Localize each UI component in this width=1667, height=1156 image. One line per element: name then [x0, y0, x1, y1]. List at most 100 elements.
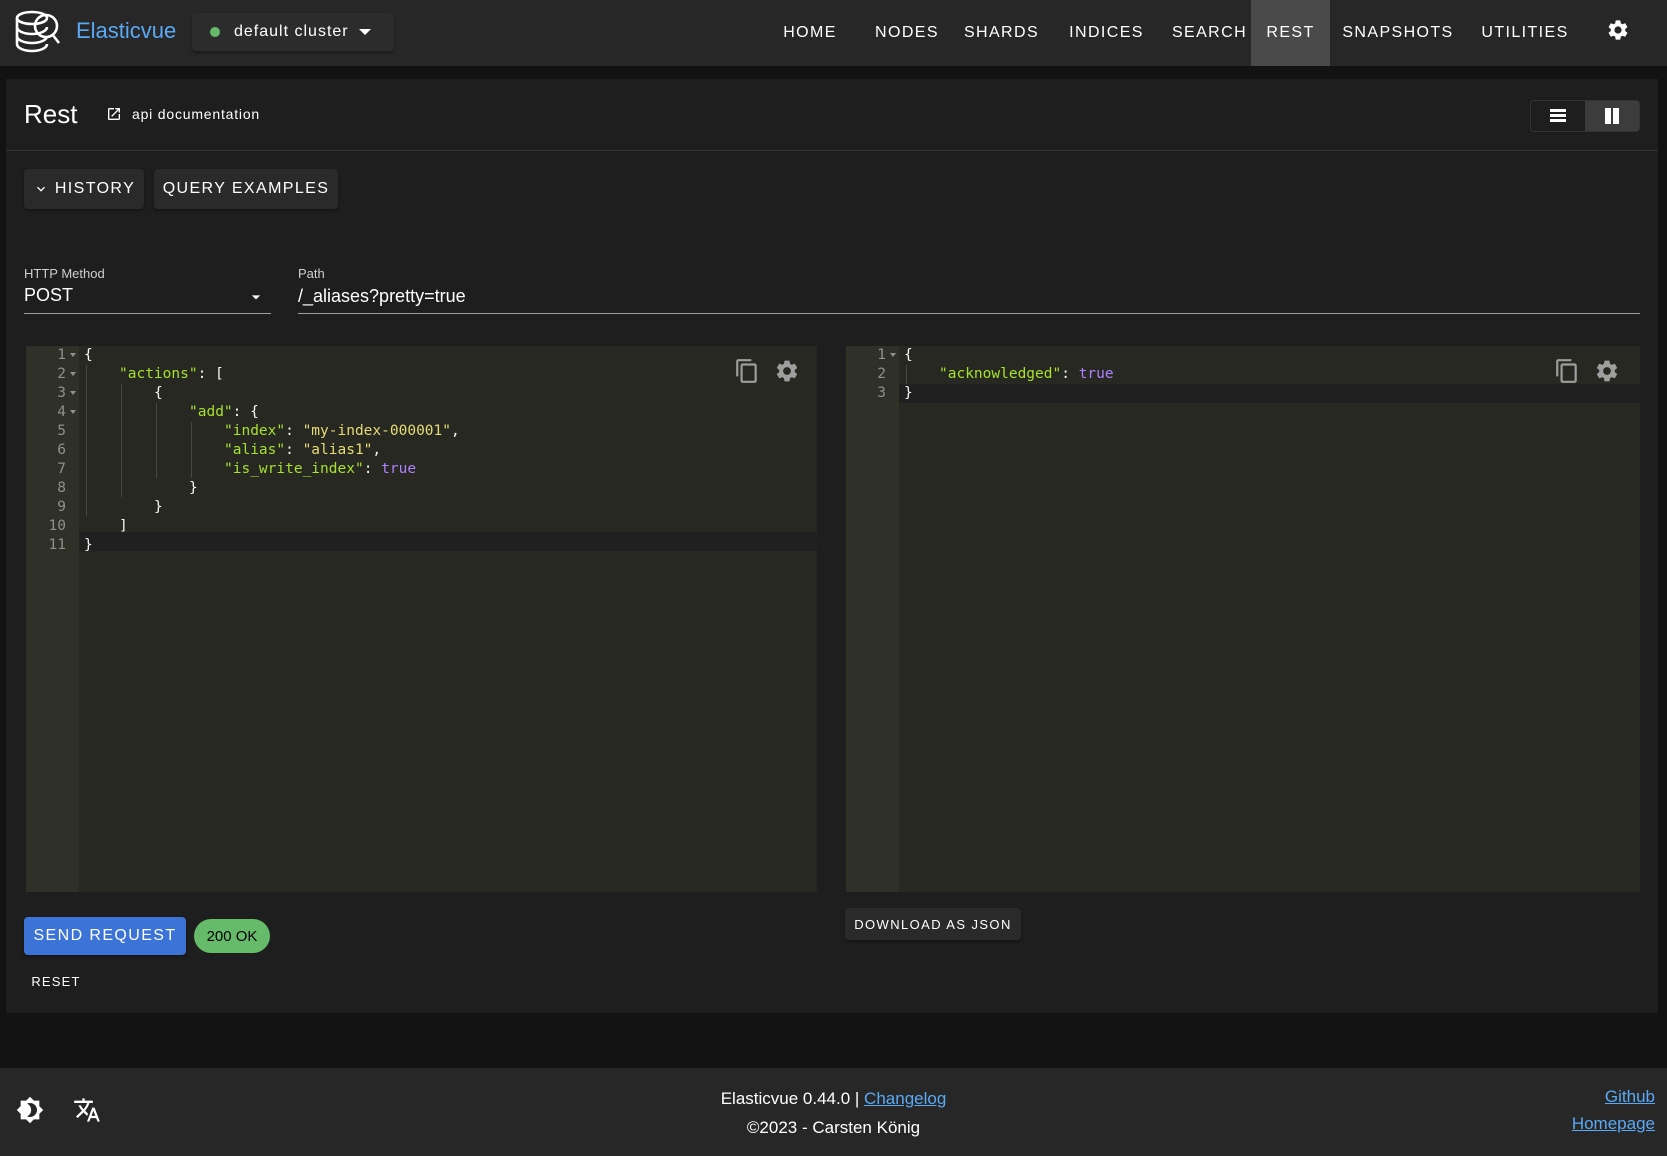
- code-text: "is_write_index": true: [224, 461, 417, 477]
- code-line: 11 }: [26, 536, 817, 555]
- code-text: {: [904, 347, 913, 363]
- line-number: 4: [57, 404, 66, 420]
- code-line: 7 "is_write_index": true: [26, 460, 817, 479]
- line-number: 9: [57, 499, 66, 515]
- http-method-underline: [24, 313, 271, 314]
- code-text: "acknowledged": true: [939, 366, 1114, 382]
- homepage-link-wrap: Homepage: [1572, 1114, 1655, 1134]
- history-label: HISTORY: [54, 180, 136, 197]
- code-line: 9 }: [26, 498, 817, 517]
- download-json-button[interactable]: DOWNLOAD AS JSON: [845, 908, 1021, 940]
- http-method-label: HTTP Method: [24, 266, 105, 281]
- code-line: 6 "alias": "alias1",: [26, 441, 817, 460]
- copy-icon[interactable]: [1554, 358, 1580, 384]
- fold-arrow-icon[interactable]: [70, 410, 76, 414]
- nav-utilities[interactable]: UTILITIES: [1466, 0, 1584, 66]
- rest-card: Rest api documentation HISTORY QUERY EXA…: [6, 79, 1658, 1013]
- fold-arrow-icon[interactable]: [70, 391, 76, 395]
- layout-toggle: [1530, 100, 1640, 132]
- path-label: Path: [298, 266, 325, 281]
- api-documentation-link[interactable]: api documentation: [106, 106, 260, 122]
- editor-settings-gear-icon[interactable]: [774, 358, 800, 384]
- path-underline: [298, 313, 1640, 314]
- line-number: 1: [57, 347, 66, 363]
- code-line: 10 ]: [26, 517, 817, 536]
- nav-indices[interactable]: INDICES: [1055, 0, 1158, 66]
- query-examples-button[interactable]: QUERY EXAMPLES: [154, 169, 338, 209]
- cluster-selector[interactable]: default cluster: [192, 13, 394, 51]
- brand-name[interactable]: Elasticvue: [76, 18, 176, 44]
- homepage-link[interactable]: Homepage: [1572, 1114, 1655, 1133]
- code-line: 2 "actions": [: [26, 365, 817, 384]
- line-number: 2: [57, 366, 66, 382]
- nav-snapshots[interactable]: SNAPSHOTS: [1334, 0, 1462, 66]
- chevron-down-icon: [358, 29, 371, 35]
- open-in-new-icon: [108, 108, 120, 120]
- settings-gear-icon[interactable]: [1606, 18, 1630, 42]
- code-line: 3 {: [26, 384, 817, 403]
- code-text: "add": {: [189, 404, 259, 420]
- code-text: {: [84, 347, 93, 363]
- path-input[interactable]: /_aliases?pretty=true: [298, 286, 466, 307]
- changelog-link[interactable]: Changelog: [864, 1089, 946, 1108]
- columns-icon: [1605, 108, 1619, 124]
- nav-home[interactable]: HOME: [768, 0, 852, 66]
- http-method-select[interactable]: POST: [24, 285, 73, 306]
- cluster-status-dot: [210, 27, 220, 37]
- line-number: 3: [57, 385, 66, 401]
- app-bar: Elasticvue default cluster HOME NODES SH…: [0, 0, 1667, 66]
- send-request-button[interactable]: SEND REQUEST: [24, 917, 186, 955]
- code-text: }: [904, 385, 913, 401]
- code-text: }: [154, 499, 163, 515]
- code-text: "actions": [: [119, 366, 224, 382]
- version-label: Elasticvue 0.44.0 |: [720, 1089, 865, 1108]
- request-editor[interactable]: 1 { 2 "actions": [ 3 { 4 "add": { 5 "ind…: [26, 346, 817, 892]
- line-number: 6: [57, 442, 66, 458]
- github-link-wrap: Github: [1605, 1087, 1655, 1107]
- code-line: 5 "index": "my-index-000001",: [26, 422, 817, 441]
- response-editor[interactable]: 1 { 2 "acknowledged": true 3 }: [846, 346, 1640, 892]
- line-number: 8: [57, 480, 66, 496]
- code-line: 3 }: [846, 384, 1640, 403]
- code-line: 2 "acknowledged": true: [846, 365, 1640, 384]
- editor-settings-gear-icon[interactable]: [1594, 358, 1620, 384]
- rows-icon: [1550, 109, 1566, 122]
- fold-arrow-icon[interactable]: [70, 353, 76, 357]
- fold-arrow-icon[interactable]: [70, 372, 76, 376]
- code-text: ]: [119, 518, 128, 534]
- header-divider: [6, 150, 1658, 151]
- reset-button[interactable]: RESET: [24, 963, 88, 999]
- nav-search[interactable]: SEARCH: [1160, 0, 1259, 66]
- code-text: "index": "my-index-000001",: [224, 423, 460, 439]
- line-number: 10: [48, 518, 66, 534]
- code-line: 4 "add": {: [26, 403, 817, 422]
- code-text: "alias": "alias1",: [224, 442, 382, 458]
- footer: Elasticvue 0.44.0 | Changelog ©2023 - Ca…: [0, 1068, 1667, 1156]
- nav-rest[interactable]: REST: [1251, 0, 1330, 66]
- line-number: 11: [48, 537, 66, 553]
- line-number: 2: [877, 366, 886, 382]
- elasticvue-logo-icon[interactable]: [12, 8, 62, 56]
- code-text: }: [84, 537, 93, 553]
- copy-icon[interactable]: [734, 358, 760, 384]
- layout-stacked-button[interactable]: [1531, 101, 1585, 131]
- github-link[interactable]: Github: [1605, 1087, 1655, 1106]
- response-editor-gutter: [846, 346, 899, 892]
- fold-arrow-icon[interactable]: [890, 353, 896, 357]
- nav-shards[interactable]: SHARDS: [951, 0, 1052, 66]
- line-number: 5: [57, 423, 66, 439]
- nav-nodes[interactable]: NODES: [856, 0, 958, 66]
- copyright-text: ©2023 - Carsten König: [746, 1118, 921, 1137]
- version-text: Elasticvue 0.44.0 | Changelog: [0, 1089, 1667, 1109]
- cluster-label: default cluster: [234, 23, 349, 40]
- history-button[interactable]: HISTORY: [24, 169, 144, 209]
- code-line: 1 {: [846, 346, 1640, 365]
- api-documentation-label: api documentation: [132, 106, 261, 122]
- status-badge: 200 OK: [194, 919, 270, 953]
- page-title: Rest: [24, 99, 78, 129]
- dropdown-arrow-icon[interactable]: [246, 287, 266, 307]
- code-line: 1 {: [26, 346, 817, 365]
- code-text: {: [154, 385, 163, 401]
- layout-split-button[interactable]: [1585, 101, 1639, 131]
- line-number: 3: [877, 385, 886, 401]
